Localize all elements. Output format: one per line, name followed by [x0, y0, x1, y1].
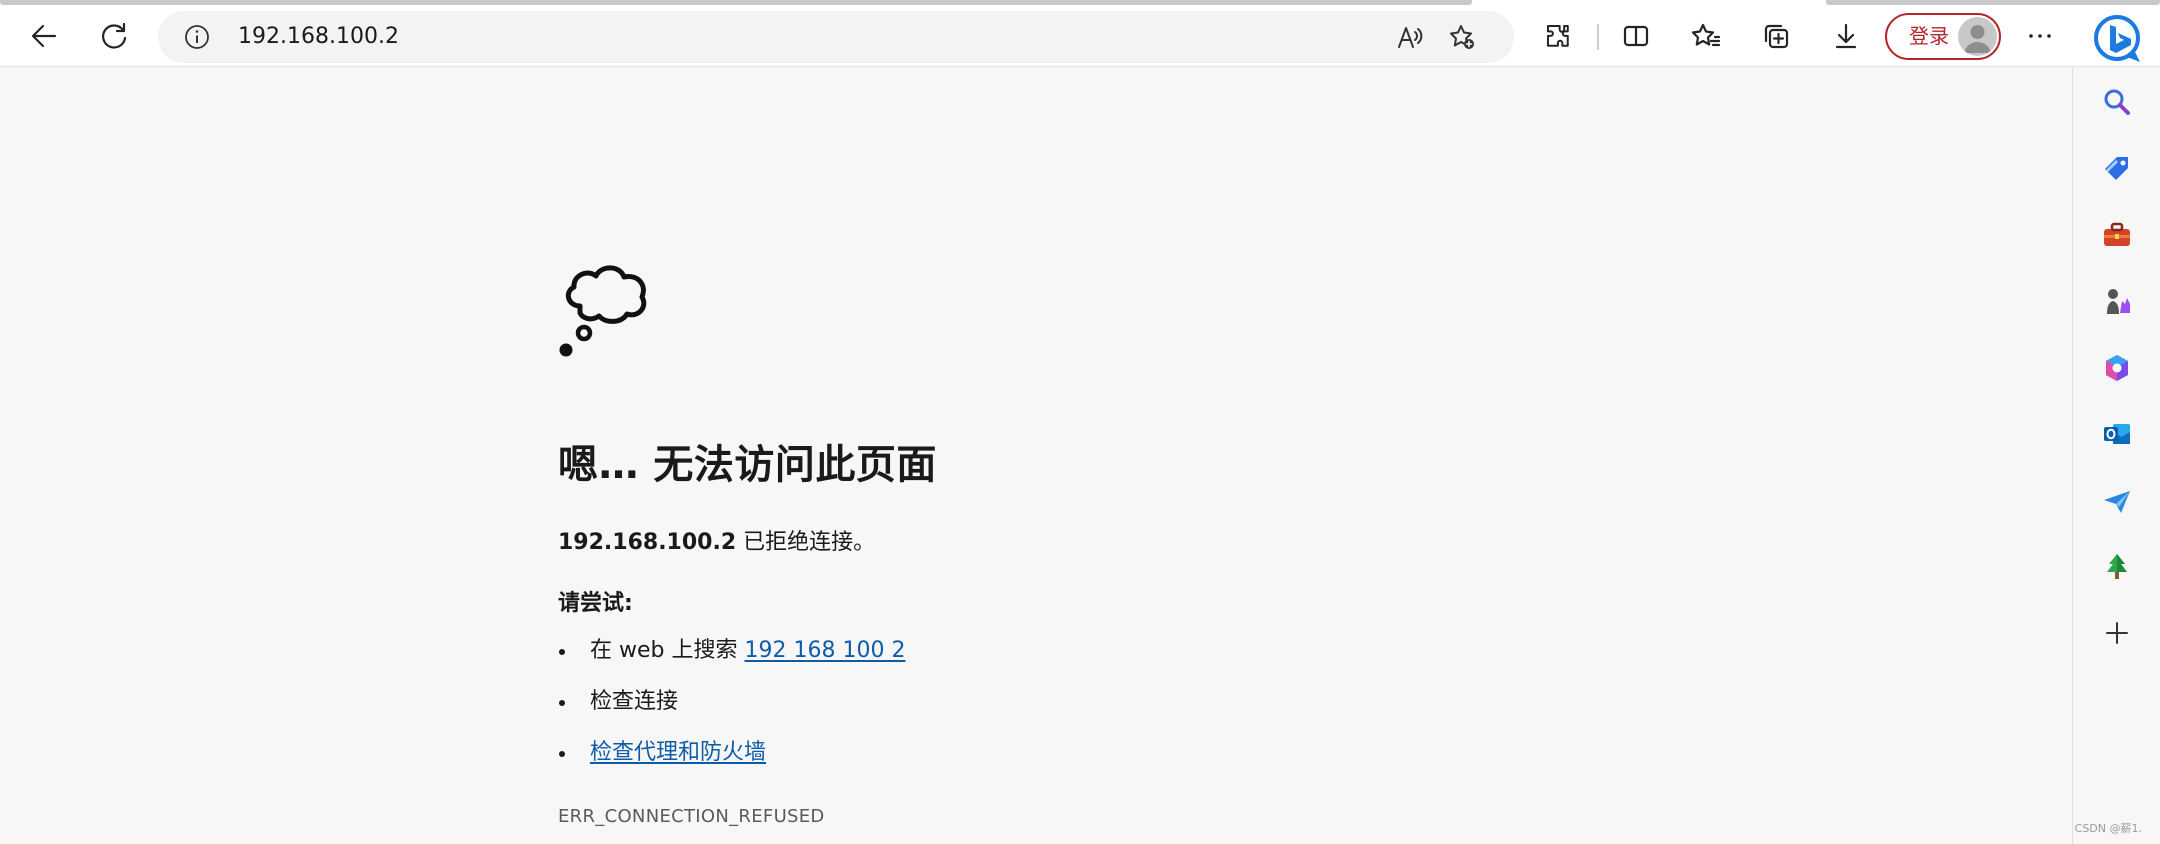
suggestion-list: 在 web 上搜索 192 168 100 2 检查连接 检查代理和防火墙	[558, 636, 905, 789]
login-button[interactable]: 登录	[1885, 13, 2001, 60]
outlook-icon	[2104, 424, 2130, 444]
watermark: CSDN @薪1.	[2074, 822, 2142, 835]
edge-sidebar: CSDN @薪1.	[2072, 67, 2160, 844]
extensions-button[interactable]	[1536, 14, 1580, 58]
split-screen-button[interactable]	[1614, 14, 1658, 58]
collections-button[interactable]	[1754, 14, 1798, 58]
sidebar-tools-button[interactable]	[2097, 215, 2137, 255]
toolbar-divider	[1597, 24, 1599, 50]
collections-icon	[1764, 24, 1789, 49]
shopping-tag-icon	[2105, 157, 2128, 180]
check-connection-text: 检查连接	[590, 689, 679, 714]
list-item: 检查连接	[558, 687, 905, 738]
split-screen-icon	[1623, 25, 1649, 47]
sidebar-office-button[interactable]	[2097, 348, 2137, 388]
office-icon	[2106, 355, 2128, 381]
sidebar-games-button[interactable]	[2097, 281, 2137, 321]
tab-indicator	[1826, 0, 2160, 5]
back-icon	[31, 24, 57, 48]
search-web-prefix: 在 web 上搜索	[590, 638, 745, 663]
tools-icon	[2104, 222, 2130, 246]
error-title: 嗯… 无法访问此页面	[558, 442, 937, 488]
games-icon	[2107, 289, 2130, 314]
back-button[interactable]	[22, 14, 66, 58]
favorites-icon	[1691, 23, 1721, 47]
sidebar-add-button[interactable]	[2097, 613, 2137, 653]
error-description: 192.168.100.2 已拒绝连接。	[558, 524, 875, 556]
search-web-link[interactable]: 192 168 100 2	[744, 638, 905, 663]
sidebar-outlook-button[interactable]	[2097, 414, 2137, 454]
browser-toolbar: 192.168.100.2 登录	[0, 6, 2160, 67]
bullet	[559, 751, 565, 757]
address-bar[interactable]: 192.168.100.2	[158, 11, 1514, 63]
extensions-icon	[1546, 24, 1569, 47]
profile-icon	[1964, 25, 1991, 53]
list-item: 检查代理和防火墙	[558, 738, 905, 789]
add-favorite-icon	[1450, 25, 1474, 49]
downloads-icon	[1835, 23, 1857, 49]
try-heading: 请尝试:	[558, 591, 633, 616]
sidebar-tree-button[interactable]	[2097, 547, 2137, 587]
thought-cloud-icon	[559, 265, 647, 357]
list-item: 在 web 上搜索 192 168 100 2	[558, 636, 905, 687]
read-aloud-icon	[1398, 27, 1423, 48]
sidebar-shopping-button[interactable]	[2097, 149, 2137, 189]
drop-icon	[2104, 491, 2130, 513]
read-aloud-button[interactable]	[1393, 20, 1427, 54]
bullet	[559, 649, 565, 655]
tree-icon	[2107, 554, 2127, 579]
refresh-button[interactable]	[92, 14, 136, 58]
error-code: ERR_CONNECTION_REFUSED	[558, 806, 825, 827]
avatar	[1958, 17, 1997, 56]
active-tab-indicator	[0, 0, 1472, 5]
favorites-button[interactable]	[1684, 14, 1728, 58]
more-button[interactable]	[2018, 14, 2062, 58]
search-icon	[2104, 89, 2130, 115]
add-icon	[2106, 622, 2128, 644]
sidebar-drop-button[interactable]	[2097, 481, 2137, 521]
sidebar-search-button[interactable]	[2097, 82, 2137, 122]
info-icon[interactable]	[184, 24, 210, 50]
error-host: 192.168.100.2	[558, 530, 737, 555]
url-text[interactable]: 192.168.100.2	[238, 11, 399, 63]
check-proxy-firewall-link[interactable]: 检查代理和防火墙	[590, 740, 766, 765]
login-label: 登录	[1909, 24, 1949, 48]
refresh-icon	[102, 22, 127, 49]
bing-icon[interactable]	[2090, 12, 2144, 68]
more-icon	[2029, 34, 2051, 38]
bullet	[559, 700, 565, 706]
downloads-button[interactable]	[1824, 14, 1868, 58]
error-message: 已拒绝连接。	[736, 530, 876, 555]
add-favorite-button[interactable]	[1445, 20, 1479, 54]
